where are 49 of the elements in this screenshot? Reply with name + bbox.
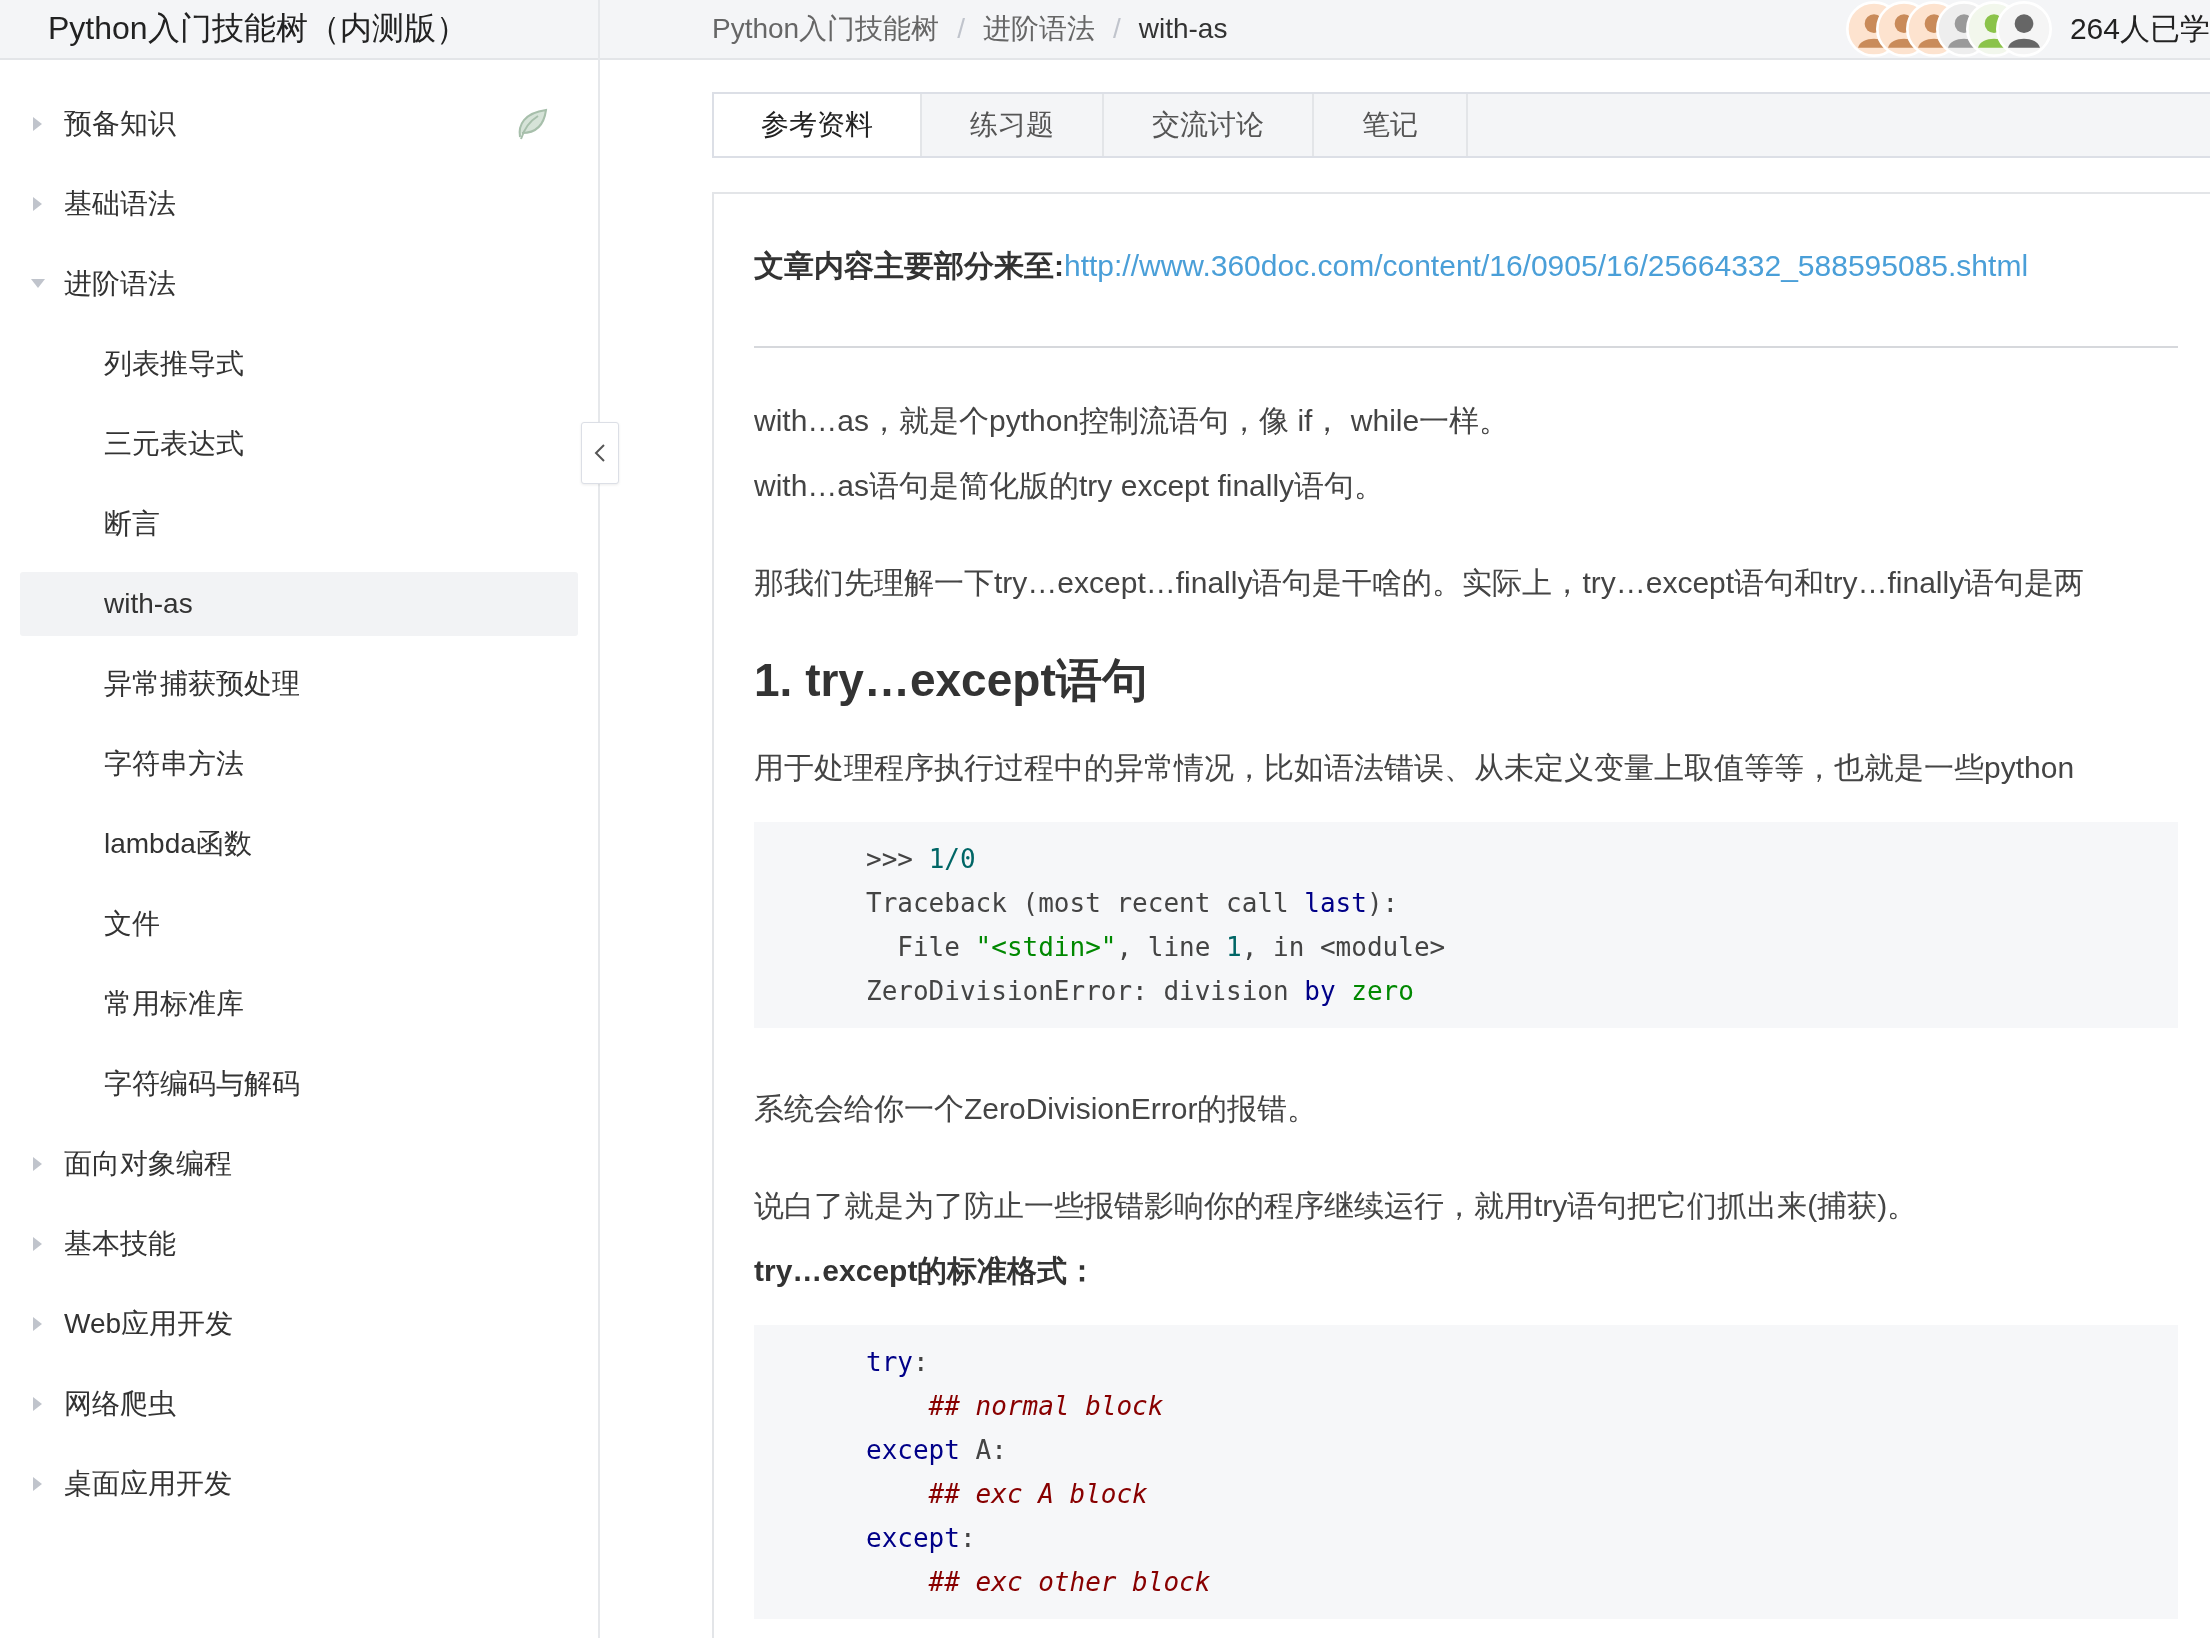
nav-subitem[interactable]: 异常捕获预处理 [20,652,578,716]
nav-item[interactable]: 面向对象编程 [20,1132,578,1196]
code-line: Traceback (most recent call last): [866,887,1400,920]
nav-item[interactable]: 基本技能 [20,1212,578,1276]
nav-subitem[interactable]: 字符编码与解码 [20,1052,578,1116]
paragraph-text: 说白了就是为了防止一些报错影响你的程序继续运行，就用try语句把它们抓出来(捕获)。 [754,1188,1919,1224]
nav-subitem[interactable]: 断言 [20,492,578,556]
breadcrumb-link[interactable]: 进阶语法 [982,10,1095,48]
chevron-left-icon [594,443,606,463]
paragraph-text: 系统会给你一个ZeroDivisionError的报错。 [754,1091,1319,1127]
app-title: Python入门技能树（内测版） [48,9,468,48]
bold-text: try…except的标准格式： [754,1253,1099,1289]
code-line: File "<stdin>", line 1, in <module> [896,931,1447,964]
code-line: ## exc other block [927,1566,1212,1599]
code-line: except: [866,1522,977,1555]
paragraph-text: 用于处理程序执行过程中的异常情况，比如语法错误、从未定义变量上取值等等，也就是一些python [754,750,2076,786]
breadcrumb-separator: / [957,13,965,45]
nav-item[interactable]: 桌面应用开发 [20,1452,578,1516]
tab[interactable]: 笔记 [1314,94,1468,156]
code-line: try: [866,1346,930,1379]
nav-subitem[interactable]: lambda函数 [20,812,578,876]
tab[interactable]: 交流讨论 [1104,94,1314,156]
paragraph-text: with…as，就是个python控制流语句，像 if， while一样。 [754,403,1511,439]
paragraph-text: 那我们先理解一下try…except…finally语句是干啥的。实际上，try…except语句和try…finally语句是两 [754,565,2086,601]
code-line: ## normal block [927,1390,1165,1423]
nav-item[interactable]: 进阶语法 [20,252,578,316]
nav-item[interactable]: Web应用开发 [20,1292,578,1356]
breadcrumb-separator: / [1112,13,1121,45]
collapse-sidebar-button[interactable] [581,422,619,484]
code-line: >>> 1/0 [866,843,977,876]
paragraph-text: with…as语句是简化版的try except finally语句。 [754,468,1386,504]
nav-item[interactable]: 基础语法 [20,172,578,236]
code-line: except A: [866,1434,1008,1467]
learner-count: 264人已学 [2069,10,2210,47]
source-label: 文章内容主要部分来至: [754,249,1064,282]
section-heading: 1. try…except语句 [754,653,1149,708]
nav-subitem[interactable]: 常用标准库 [20,972,578,1036]
nav-subitem[interactable]: with-as [20,572,578,636]
nav-subitem[interactable]: 文件 [20,892,578,956]
tab[interactable]: 练习题 [922,94,1104,156]
code-line: ## exc A block [927,1478,1149,1511]
nav-item[interactable]: 网络爬虫 [20,1372,578,1436]
nav-subitem[interactable]: 字符串方法 [20,732,578,796]
nav-item[interactable]: 预备知识 [20,92,578,156]
breadcrumb-link[interactable]: Python入门技能树 [712,10,940,48]
nav-subitem[interactable]: 列表推导式 [20,332,578,396]
nav-subitem[interactable]: 三元表达式 [20,412,578,476]
code-line: ZeroDivisionError: division by zero [866,975,1415,1008]
tab[interactable]: 参考资料 [714,94,922,156]
